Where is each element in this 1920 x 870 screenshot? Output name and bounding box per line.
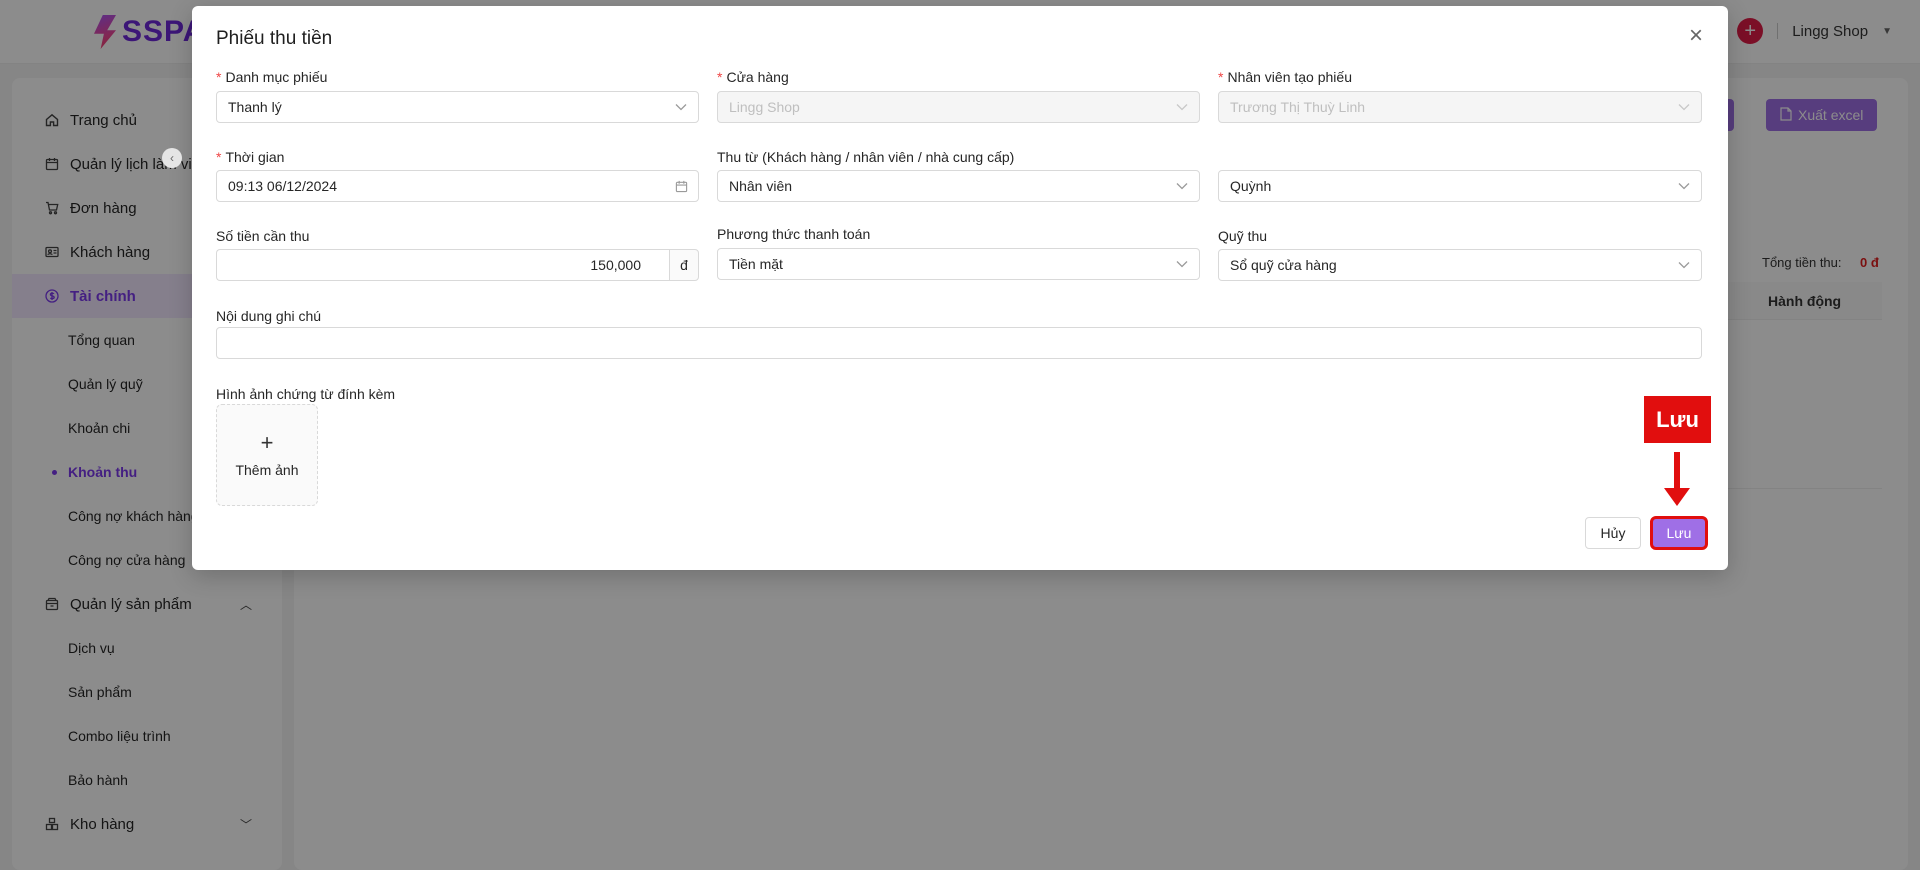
calendar-icon xyxy=(674,179,688,193)
chevron-down-icon xyxy=(1677,100,1691,114)
field-label: * Danh mục phiếu xyxy=(216,69,328,85)
modal-title: Phiếu thu tiền xyxy=(216,28,333,49)
chevron-down-icon xyxy=(1677,179,1691,193)
field-label: Quỹ thu xyxy=(1218,228,1268,244)
creator-field: * Nhân viên tạo phiếu Trương Thị Thuỳ Lin… xyxy=(1218,67,1702,127)
field-label: Thu từ (Khách hàng / nhân viên / nhà cun… xyxy=(717,149,1015,165)
select-value: Thanh lý xyxy=(228,99,282,115)
amount-input[interactable]: 150,000 xyxy=(216,249,669,281)
receipt-modal: Phiếu thu tiền × * Danh mục phiếu Thanh l… xyxy=(192,6,1728,570)
method-field: Phương thức thanh toán Tiền mặt xyxy=(717,224,1200,284)
cancel-button[interactable]: Hủy xyxy=(1585,517,1641,549)
chevron-down-icon xyxy=(1175,100,1189,114)
fund-field: Quỹ thu Sổ quỹ cửa hàng xyxy=(1218,226,1702,286)
save-button[interactable]: Lưu xyxy=(1650,516,1708,550)
select-value: Nhân viên xyxy=(729,178,793,194)
add-image-upload[interactable]: + Thêm ảnh xyxy=(216,404,318,506)
chevron-down-icon xyxy=(1677,258,1691,272)
field-label: * Nhân viên tạo phiếu xyxy=(1218,69,1352,85)
store-field: * Cửa hàng Lingg Shop xyxy=(717,67,1200,127)
payer-type-select[interactable]: Nhân viên xyxy=(717,170,1200,202)
select-value: Trương Thị Thuỳ Linh xyxy=(1230,99,1366,115)
amount-input-group: 150,000 đ xyxy=(216,249,699,281)
amount-field: Số tiền cần thu 150,000 đ xyxy=(216,226,699,286)
select-value: Lingg Shop xyxy=(729,99,800,115)
annotation-callout: Lưu xyxy=(1644,396,1711,443)
category-select[interactable]: Thanh lý xyxy=(216,91,699,123)
payer-field: Quỳnh xyxy=(1218,147,1702,207)
time-field: * Thời gian 09:13 06/12/2024 xyxy=(216,147,699,207)
currency-addon: đ xyxy=(669,249,699,281)
fund-select[interactable]: Sổ quỹ cửa hàng xyxy=(1218,249,1702,281)
chevron-down-icon xyxy=(674,100,688,114)
annotation-arrow-icon xyxy=(1664,452,1690,506)
select-value: Tiền mặt xyxy=(729,256,783,272)
field-label: Nội dung ghi chú xyxy=(216,308,322,324)
required-mark: * xyxy=(216,69,222,85)
field-label: * Cửa hàng xyxy=(717,69,789,85)
collapse-sidebar-icon[interactable]: ‹ xyxy=(162,148,182,168)
required-mark: * xyxy=(717,69,723,85)
note-input[interactable] xyxy=(216,327,1702,359)
picker-value: 09:13 06/12/2024 xyxy=(228,178,337,194)
creator-select[interactable]: Trương Thị Thuỳ Linh xyxy=(1218,91,1702,123)
field-label: Số tiền cần thu xyxy=(216,228,310,244)
close-icon[interactable]: × xyxy=(1684,24,1708,48)
field-label: Hình ảnh chứng từ đính kèm xyxy=(216,386,396,402)
category-field: * Danh mục phiếu Thanh lý xyxy=(216,67,699,127)
store-select[interactable]: Lingg Shop xyxy=(717,91,1200,123)
time-picker[interactable]: 09:13 06/12/2024 xyxy=(216,170,699,202)
attachments-field: Hình ảnh chứng từ đính kèm xyxy=(216,384,616,404)
payer-select[interactable]: Quỳnh xyxy=(1218,170,1702,202)
plus-icon: + xyxy=(260,430,274,455)
note-field: Nội dung ghi chú xyxy=(216,306,1702,366)
upload-label: Thêm ảnh xyxy=(235,462,299,478)
required-mark: * xyxy=(216,149,222,165)
chevron-down-icon xyxy=(1175,179,1189,193)
select-value: Quỳnh xyxy=(1230,178,1272,194)
field-label: Phương thức thanh toán xyxy=(717,226,871,242)
payer-type-field: Thu từ (Khách hàng / nhân viên / nhà cun… xyxy=(717,147,1200,207)
select-value: Sổ quỹ cửa hàng xyxy=(1230,257,1337,273)
chevron-down-icon xyxy=(1175,257,1189,271)
field-label: * Thời gian xyxy=(216,149,285,165)
payment-method-select[interactable]: Tiền mặt xyxy=(717,248,1200,280)
required-mark: * xyxy=(1218,69,1224,85)
